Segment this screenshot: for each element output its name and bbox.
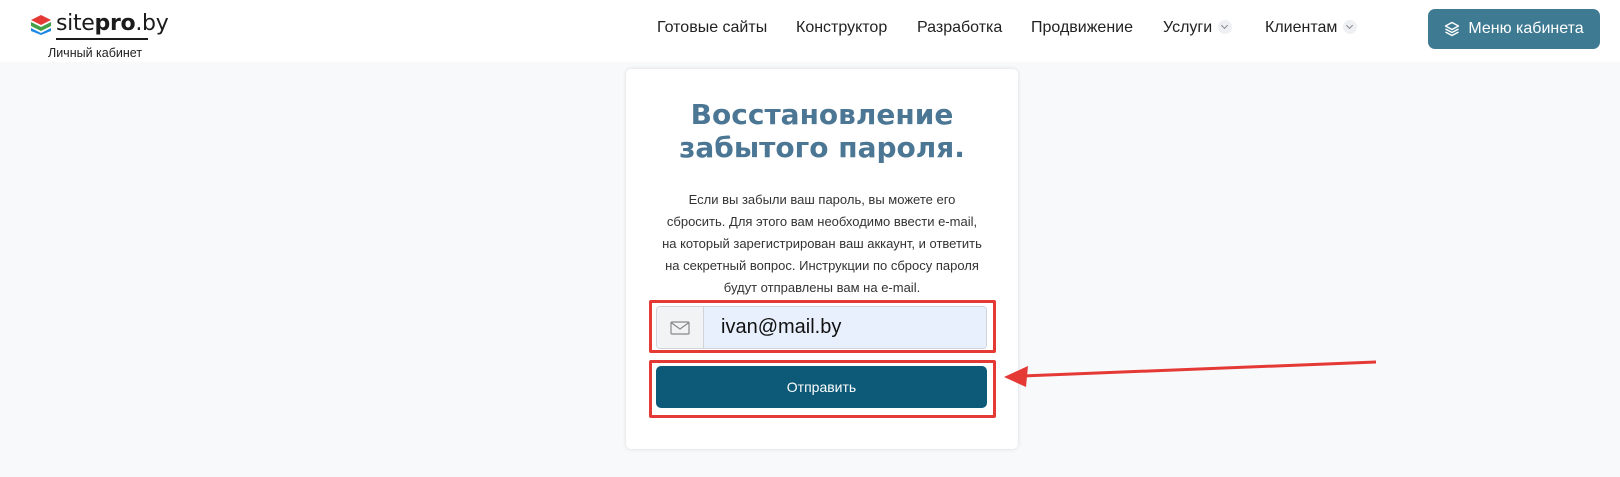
email-input-group [656,306,987,349]
submit-button[interactable]: Отправить [656,366,987,408]
envelope-icon [670,320,690,335]
cabinet-menu-button[interactable]: Меню кабинета [1428,9,1600,49]
layers-icon [1445,21,1460,37]
nav-item-promotion[interactable]: Продвижение [1031,19,1133,37]
nav-item-clients[interactable]: Клиентам [1265,19,1358,37]
email-addon [657,307,704,348]
instructions-text: Если вы забыли ваш пароль, вы можете его… [662,192,982,295]
chevron-down-icon [1343,19,1358,34]
page-title: Восстановление забытого пароля. [679,98,965,164]
nav-item-development[interactable]: Разработка [917,19,1002,37]
cabinet-menu-label: Меню кабинета [1468,20,1584,37]
email-input[interactable] [704,307,986,348]
nav-item-services[interactable]: Услуги [1163,19,1233,37]
nav-item-ready-sites[interactable]: Готовые сайты [657,19,767,37]
chevron-down-icon [1218,19,1233,34]
main-nav: Готовые сайты Конструктор Разработка Про… [0,19,1620,41]
logo-subtitle: Личный кабинет [48,46,143,60]
nav-item-constructor[interactable]: Конструктор [796,19,887,37]
annotation-arrow [1004,360,1377,387]
header: sitepro.by Личный кабинет Готовые сайты … [0,0,1620,62]
